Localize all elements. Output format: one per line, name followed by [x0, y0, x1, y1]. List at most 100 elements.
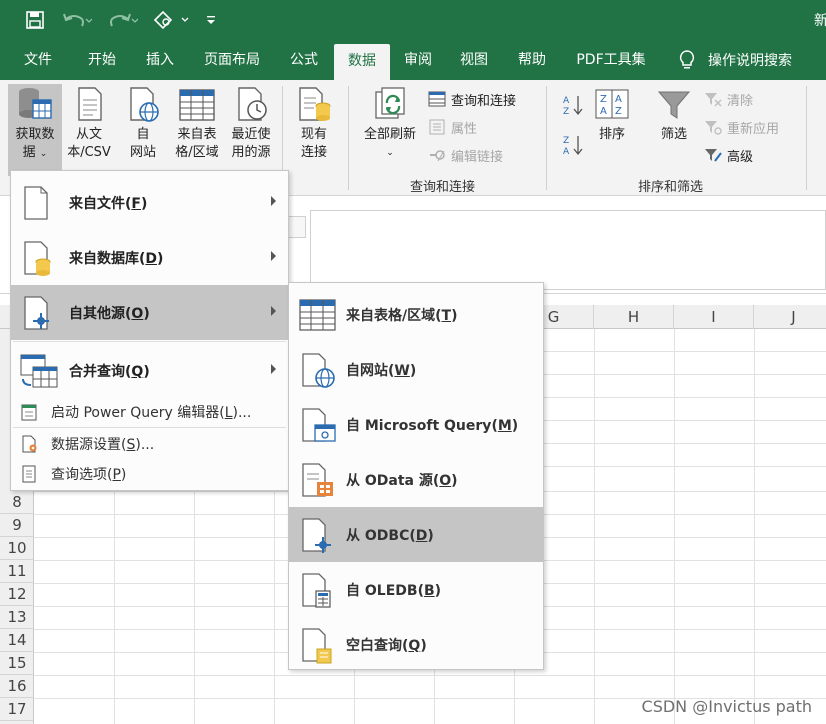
submenu-arrow-icon [271, 196, 276, 206]
submenu-arrow-icon [271, 306, 276, 316]
oledb-label: 自 OLEDB(B) [346, 582, 442, 599]
submenu-arrow-icon [271, 251, 276, 261]
query-options-label: 查询选项(P) [51, 467, 127, 483]
web-icon [302, 352, 335, 388]
customize-qat-icon[interactable] [204, 8, 218, 32]
advanced-label: 高级 [727, 149, 754, 165]
row-header[interactable]: 10 [0, 537, 34, 560]
column-header-j[interactable]: J [754, 305, 826, 329]
filter-button[interactable]: 筛选 [652, 84, 696, 144]
edit-links-icon [430, 150, 445, 162]
svg-text:A: A [615, 94, 622, 105]
submenu-item-odata-feed[interactable]: 从 OData 源(O) [289, 452, 543, 507]
group-separator [348, 86, 349, 190]
row-header[interactable]: 17 [0, 698, 34, 721]
data-source-settings-icon [22, 435, 37, 453]
microsoft-query-icon [302, 407, 336, 442]
table-icon [179, 89, 215, 121]
from-web-button[interactable]: 自 网站 [120, 84, 166, 162]
queries-connections-button[interactable]: 查询和连接 [428, 88, 516, 110]
submenu-item-microsoft-query[interactable]: 自 Microsoft Query(M) [289, 397, 543, 452]
svg-text:Z: Z [615, 106, 622, 117]
refresh-icon [375, 87, 405, 119]
menu-item-combine-queries[interactable]: 合并查询(Q) [11, 343, 288, 398]
tell-me-search[interactable]: 操作说明搜索 [678, 40, 792, 80]
tab-review[interactable]: 审阅 [396, 40, 440, 80]
submenu-item-from-web[interactable]: 自网站(W) [289, 342, 543, 397]
reapply-icon [705, 121, 722, 135]
submenu-item-blank-query[interactable]: 空白查询(Q) [289, 617, 543, 672]
menu-item-launch-power-query[interactable]: 启动 Power Query 编辑器(L)... [11, 397, 288, 427]
tab-home[interactable]: 开始 [80, 40, 124, 80]
redo-icon[interactable] [104, 8, 142, 32]
from-table-range-label: 来自表格/区域(T) [346, 307, 458, 324]
reapply-label: 重新应用 [727, 121, 780, 137]
from-text-csv-button[interactable]: 从文 本/CSV [62, 84, 116, 162]
group-separator [806, 86, 807, 190]
row-header[interactable]: 14 [0, 629, 34, 652]
row-header[interactable]: 9 [0, 514, 34, 537]
tab-page-layout[interactable]: 页面布局 [196, 40, 268, 80]
tab-help[interactable]: 帮助 [510, 40, 554, 80]
tab-formulas[interactable]: 公式 [280, 40, 328, 80]
from-table-range-button[interactable]: 来自表 格/区域 [170, 84, 224, 162]
from-web-line2: 网站 [129, 145, 156, 160]
tab-insert[interactable]: 插入 [138, 40, 182, 80]
recent-sources-button[interactable]: 最近使 用的源 [226, 84, 276, 162]
advanced-filter-button[interactable]: 高级 [704, 144, 753, 166]
sort-button[interactable]: ZAAZ 排序 [590, 84, 634, 144]
menu-item-from-file[interactable]: 来自文件(F) [11, 175, 288, 230]
clear-filter-button[interactable]: 清除 [704, 88, 753, 110]
sort-za-button[interactable]: ZA [562, 134, 589, 157]
reapply-button[interactable]: 重新应用 [704, 116, 779, 138]
submenu-item-oledb[interactable]: 自 OLEDB(B) [289, 562, 543, 617]
tab-view[interactable]: 视图 [452, 40, 496, 80]
properties-button[interactable]: 属性 [428, 116, 477, 138]
menu-item-from-database[interactable]: 来自数据库(D) [11, 230, 288, 285]
table-icon [299, 298, 336, 331]
odbc-icon [302, 517, 331, 553]
menu-item-from-other-sources[interactable]: 自其他源(O) [11, 285, 288, 340]
tab-data[interactable]: 数据 [334, 44, 390, 80]
web-page-icon [130, 87, 159, 122]
filter-label: 筛选 [660, 127, 687, 142]
group-label-sort: 排序和筛选 [638, 180, 704, 195]
undo-icon[interactable] [58, 8, 96, 32]
touch-mode-icon[interactable] [150, 8, 194, 32]
from-other-sources-label: 自其他源(O) [69, 305, 150, 322]
blank-query-icon [302, 627, 332, 663]
from-text-line2: 本/CSV [67, 145, 111, 160]
existing-connections-button[interactable]: 现有 连接 [290, 84, 338, 162]
submenu-item-from-table-range[interactable]: 来自表格/区域(T) [289, 287, 543, 342]
chevron-down-icon: ⌄ [386, 148, 394, 158]
submenu-item-odbc[interactable]: 从 ODBC(D) [289, 507, 543, 562]
properties-label: 属性 [451, 121, 478, 137]
row-header[interactable]: 12 [0, 583, 34, 606]
svg-text:Z: Z [563, 107, 569, 117]
menu-item-query-options[interactable]: 查询选项(P) [11, 459, 288, 489]
combine-queries-icon [20, 354, 58, 387]
tab-pdf-tools[interactable]: PDF工具集 [568, 40, 654, 80]
row-header[interactable]: 16 [0, 675, 34, 698]
sort-icon: Z AA Z [595, 89, 629, 119]
menu-item-data-source-settings[interactable]: 数据源设置(S)... [11, 429, 288, 459]
row-header[interactable]: 15 [0, 652, 34, 675]
edit-links-button[interactable]: 编辑链接 [428, 144, 503, 166]
formula-input[interactable] [310, 210, 826, 290]
tab-file[interactable]: 文件 [16, 40, 60, 80]
name-box-dropdown[interactable] [288, 216, 306, 238]
get-data-button[interactable]: 获取数 据 ⌄ [8, 84, 62, 176]
column-header-i[interactable]: I [674, 305, 754, 329]
row-header[interactable]: 11 [0, 560, 34, 583]
get-data-line2: 据 [22, 145, 36, 160]
row-header[interactable]: 8 [0, 491, 34, 514]
watermark-text: CSDN @Invictus path [641, 697, 812, 716]
row-header[interactable]: 13 [0, 606, 34, 629]
refresh-all-button[interactable]: 全部刷新 ⌄ [358, 84, 422, 162]
existing-connections-icon [299, 87, 331, 121]
sort-az-button[interactable]: AZ [562, 94, 589, 117]
save-icon[interactable] [24, 8, 46, 32]
get-data-line1: 获取数 [15, 127, 55, 142]
query-options-icon [22, 465, 36, 483]
column-header-h[interactable]: H [594, 305, 674, 329]
